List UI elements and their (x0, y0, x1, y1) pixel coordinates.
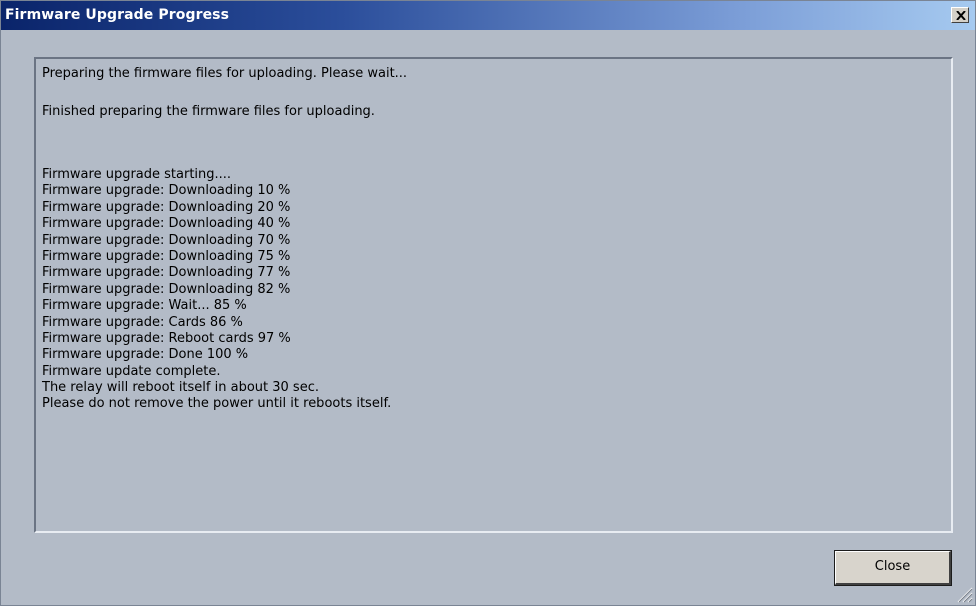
log-line: Please do not remove the power until it … (42, 396, 392, 412)
log-line: Firmware upgrade: Downloading 77 % (42, 265, 291, 281)
log-line: Firmware upgrade: Done 100 % (42, 347, 249, 363)
log-line: Firmware upgrade: Downloading 10 % (42, 183, 291, 199)
log-line: Firmware upgrade: Downloading 75 % (42, 248, 291, 264)
log-line: Firmware upgrade: Downloading 70 % (42, 232, 291, 248)
window-title: Firmware Upgrade Progress (5, 7, 230, 23)
log-line: Firmware upgrade starting.... (42, 167, 232, 182)
resize-grip-icon[interactable] (953, 583, 973, 603)
title-bar[interactable]: Firmware Upgrade Progress (1, 1, 975, 30)
log-line: Firmware upgrade: Downloading 40 % (42, 216, 291, 232)
log-line: Preparing the firmware files for uploadi… (42, 66, 408, 81)
log-line: Firmware update complete. (42, 363, 221, 379)
close-icon[interactable] (951, 7, 969, 23)
log-line: Finished preparing the firmware files fo… (42, 104, 375, 119)
progress-log-panel[interactable]: Preparing the firmware files for uploadi… (34, 57, 953, 533)
log-line: Firmware upgrade: Downloading 20 % (42, 199, 291, 215)
firmware-upgrade-dialog: Firmware Upgrade Progress Preparing the … (0, 0, 976, 606)
close-button[interactable]: Close (834, 550, 952, 586)
log-line: The relay will reboot itself in about 30… (42, 380, 319, 396)
progress-log: Preparing the firmware files for uploadi… (42, 64, 945, 413)
log-line: Firmware upgrade: Downloading 82 % (42, 281, 291, 297)
log-line: Firmware upgrade: Cards 86 % (42, 314, 243, 330)
log-line: Firmware upgrade: Reboot cards 97 % (42, 330, 291, 346)
log-line: Firmware upgrade: Wait... 85 % (42, 298, 247, 314)
